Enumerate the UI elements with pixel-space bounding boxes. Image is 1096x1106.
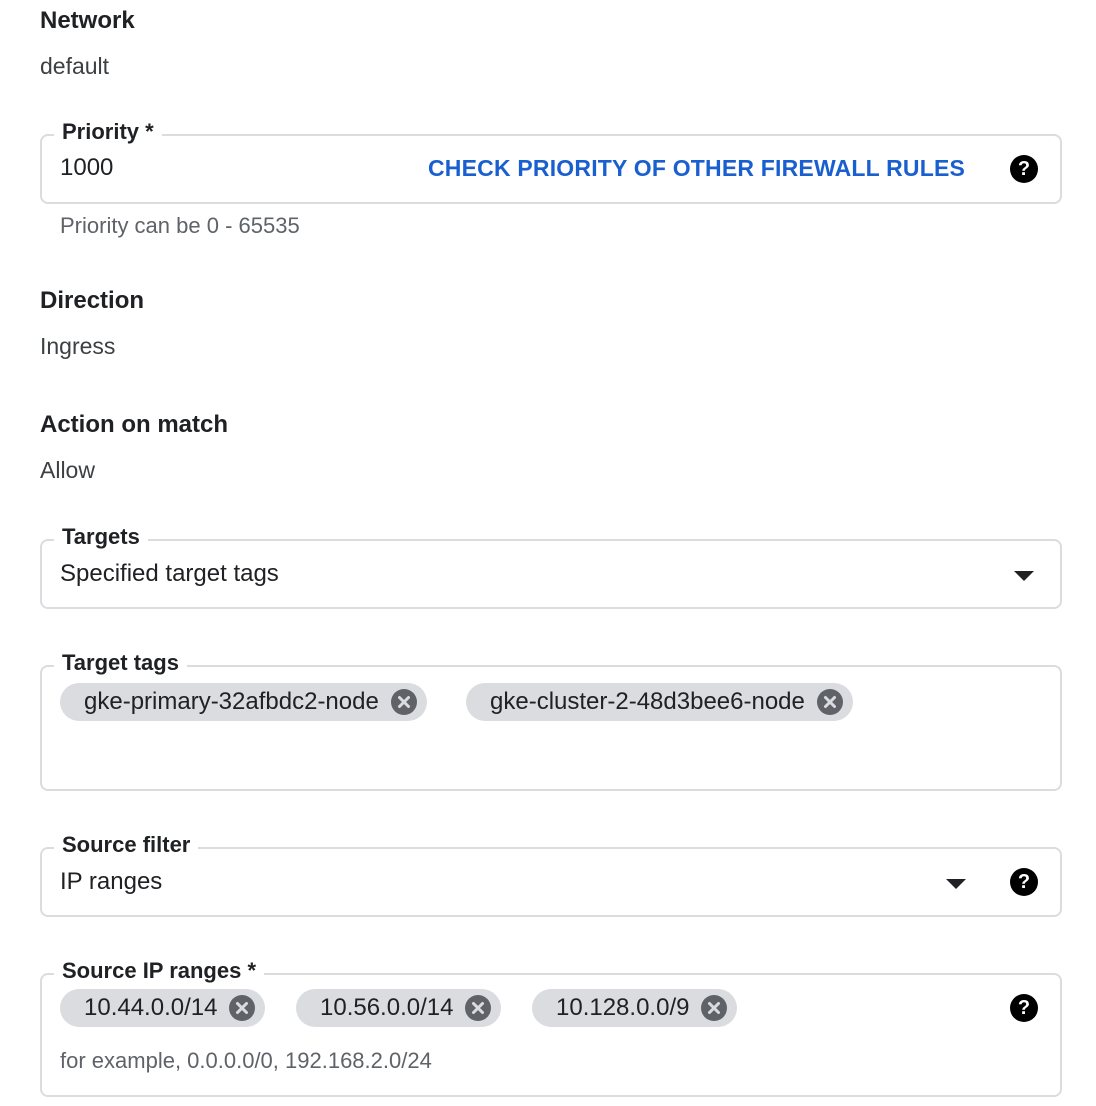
check-priority-button[interactable]: CHECK PRIORITY OF OTHER FIREWALL RULES	[428, 153, 965, 183]
ip-range-chip-label: 10.44.0.0/14	[84, 994, 218, 1021]
action-label: Action on match	[40, 411, 229, 438]
tag-chip-label: gke-cluster-2-48d3bee6-node	[490, 688, 805, 715]
dropdown-arrow-icon[interactable]	[1014, 571, 1034, 581]
source-ip-ranges-field[interactable]: Source IP ranges * 10.44.0.0/14 10.56.0.…	[40, 957, 1062, 1097]
targets-value: Specified target tags	[60, 560, 279, 587]
cancel-icon[interactable]	[390, 689, 417, 715]
action-value: Allow	[40, 457, 95, 483]
source-filter-label: Source filter	[54, 831, 199, 859]
target-tags-field[interactable]: Target tags gke-primary-32afbdc2-node gk…	[40, 649, 1062, 791]
source-filter-select[interactable]: Source filter IP ranges ?	[40, 831, 1062, 917]
direction-label: Direction	[40, 287, 145, 314]
ip-range-chip-label: 10.56.0.0/14	[320, 994, 454, 1021]
help-icon[interactable]: ?	[1010, 868, 1038, 896]
source-ip-ranges-hint: for example, 0.0.0.0/0, 192.168.2.0/24	[60, 1048, 432, 1073]
priority-field[interactable]: Priority * 1000 CHECK PRIORITY OF OTHER …	[40, 118, 1062, 204]
target-tags-label: Target tags	[54, 649, 187, 677]
network-label: Network	[40, 7, 135, 34]
targets-select[interactable]: Targets Specified target tags	[40, 523, 1062, 609]
ip-range-chip[interactable]: 10.56.0.0/14	[296, 989, 502, 1027]
help-icon[interactable]: ?	[1010, 994, 1038, 1022]
direction-value: Ingress	[40, 333, 116, 359]
priority-hint: Priority can be 0 - 65535	[60, 213, 300, 238]
network-value: default	[40, 53, 110, 79]
tag-chip-label: gke-primary-32afbdc2-node	[84, 688, 379, 715]
tag-chip[interactable]: gke-primary-32afbdc2-node	[60, 683, 427, 721]
cancel-icon[interactable]	[816, 689, 843, 715]
tag-chip[interactable]: gke-cluster-2-48d3bee6-node	[466, 683, 853, 721]
ip-range-chip-label: 10.128.0.0/9	[556, 994, 690, 1021]
help-icon[interactable]: ?	[1010, 155, 1038, 183]
cancel-icon[interactable]	[229, 995, 256, 1021]
source-filter-value: IP ranges	[60, 868, 163, 895]
source-ip-ranges-label: Source IP ranges *	[54, 957, 265, 985]
priority-label: Priority *	[54, 118, 162, 146]
ip-range-chip[interactable]: 10.128.0.0/9	[532, 989, 738, 1027]
ip-range-chip[interactable]: 10.44.0.0/14	[60, 989, 266, 1027]
cancel-icon[interactable]	[701, 995, 728, 1021]
cancel-icon[interactable]	[465, 995, 492, 1021]
targets-label: Targets	[54, 523, 148, 551]
priority-input[interactable]: 1000	[60, 153, 113, 183]
dropdown-arrow-icon[interactable]	[946, 879, 966, 889]
